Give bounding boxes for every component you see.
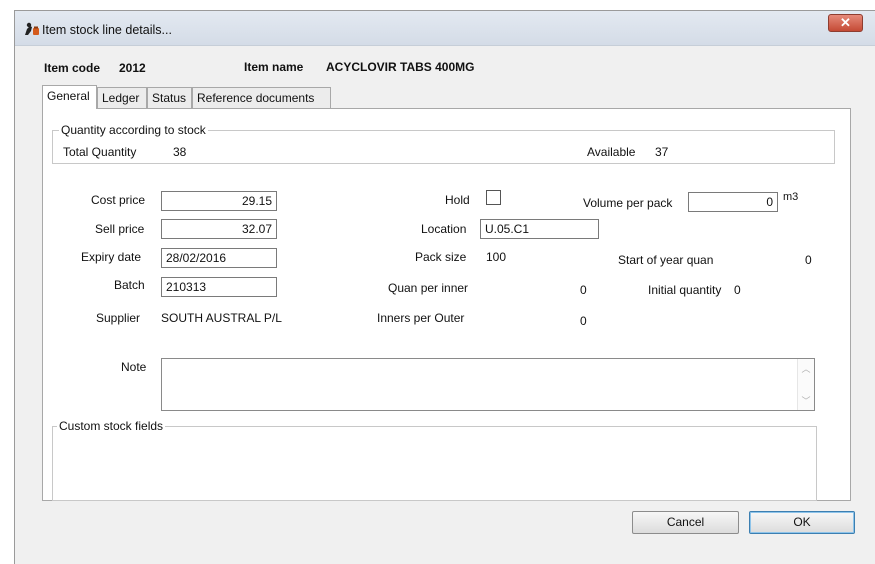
hold-checkbox[interactable] (486, 190, 501, 205)
pack-size-label: Pack size (415, 250, 467, 264)
supplier-value: SOUTH AUSTRAL P/L (161, 311, 282, 325)
pack-size-value: 100 (486, 250, 507, 264)
tab-general[interactable]: General (42, 85, 97, 109)
available-label: Available (587, 145, 636, 159)
start-of-year-label: Start of year quan (618, 253, 714, 267)
hold-label: Hold (445, 193, 470, 207)
expiry-date-label: Expiry date (81, 250, 142, 264)
ok-button[interactable]: OK (749, 511, 855, 534)
dialog-window: Item stock line details... ✕ Item code 2… (14, 10, 875, 564)
custom-stock-fields-group: Custom stock fields (52, 419, 817, 501)
batch-input[interactable]: 210313 (161, 277, 277, 297)
note-label: Note (121, 360, 147, 374)
close-button[interactable]: ✕ (828, 14, 863, 32)
tab-ledger[interactable]: Ledger (97, 87, 147, 108)
total-quantity-label: Total Quantity (63, 145, 137, 159)
total-quantity-value: 38 (173, 145, 187, 159)
quan-per-inner-label: Quan per inner (388, 281, 469, 295)
location-input[interactable]: U.05.C1 (480, 219, 599, 239)
custom-stock-fields-title: Custom stock fields (57, 419, 166, 433)
cost-price-input[interactable]: 29.15 (161, 191, 277, 211)
initial-quantity-label: Initial quantity (648, 283, 722, 297)
available-value: 37 (655, 145, 669, 159)
cost-price-label: Cost price (91, 193, 146, 207)
chevron-up-icon[interactable]: ︿ (798, 362, 814, 375)
item-code-label: Item code (44, 61, 101, 75)
chevron-down-icon[interactable]: ﹀ (798, 394, 814, 407)
tab-status[interactable]: Status (147, 87, 192, 108)
item-code-value: 2012 (119, 61, 146, 75)
quantity-group-title: Quantity according to stock (59, 123, 208, 137)
start-of-year-value: 0 (805, 253, 812, 267)
quantity-group: Quantity according to stock Total Quanti… (52, 123, 835, 164)
location-label: Location (421, 222, 467, 236)
note-scrollbar[interactable]: ︿ ﹀ (797, 359, 814, 410)
inners-per-outer-label: Inners per Outer (377, 311, 465, 325)
initial-quantity-value: 0 (734, 283, 741, 297)
item-name-value: ACYCLOVIR TABS 400MG (326, 60, 475, 74)
tab-reference-documents[interactable]: Reference documents (192, 87, 331, 108)
inners-per-outer-value: 0 (580, 314, 587, 328)
general-panel: Quantity according to stock Total Quanti… (42, 108, 851, 501)
volume-per-pack-label: Volume per pack (583, 196, 673, 210)
app-icon (25, 22, 39, 35)
quan-per-inner-value: 0 (580, 283, 587, 297)
window-title: Item stock line details... (42, 23, 172, 37)
batch-label: Batch (114, 278, 145, 292)
item-name-label: Item name (244, 60, 304, 74)
volume-per-pack-input[interactable]: 0 (688, 192, 778, 212)
note-textarea[interactable]: ︿ ﹀ (161, 358, 815, 411)
close-icon: ✕ (840, 15, 851, 30)
cancel-button[interactable]: Cancel (632, 511, 739, 534)
supplier-label: Supplier (96, 311, 141, 325)
expiry-date-input[interactable]: 28/02/2016 (161, 248, 277, 268)
title-bar[interactable]: Item stock line details... ✕ (15, 11, 875, 46)
sell-price-label: Sell price (95, 222, 145, 236)
sell-price-input[interactable]: 32.07 (161, 219, 277, 239)
volume-unit: m3 (783, 191, 799, 203)
